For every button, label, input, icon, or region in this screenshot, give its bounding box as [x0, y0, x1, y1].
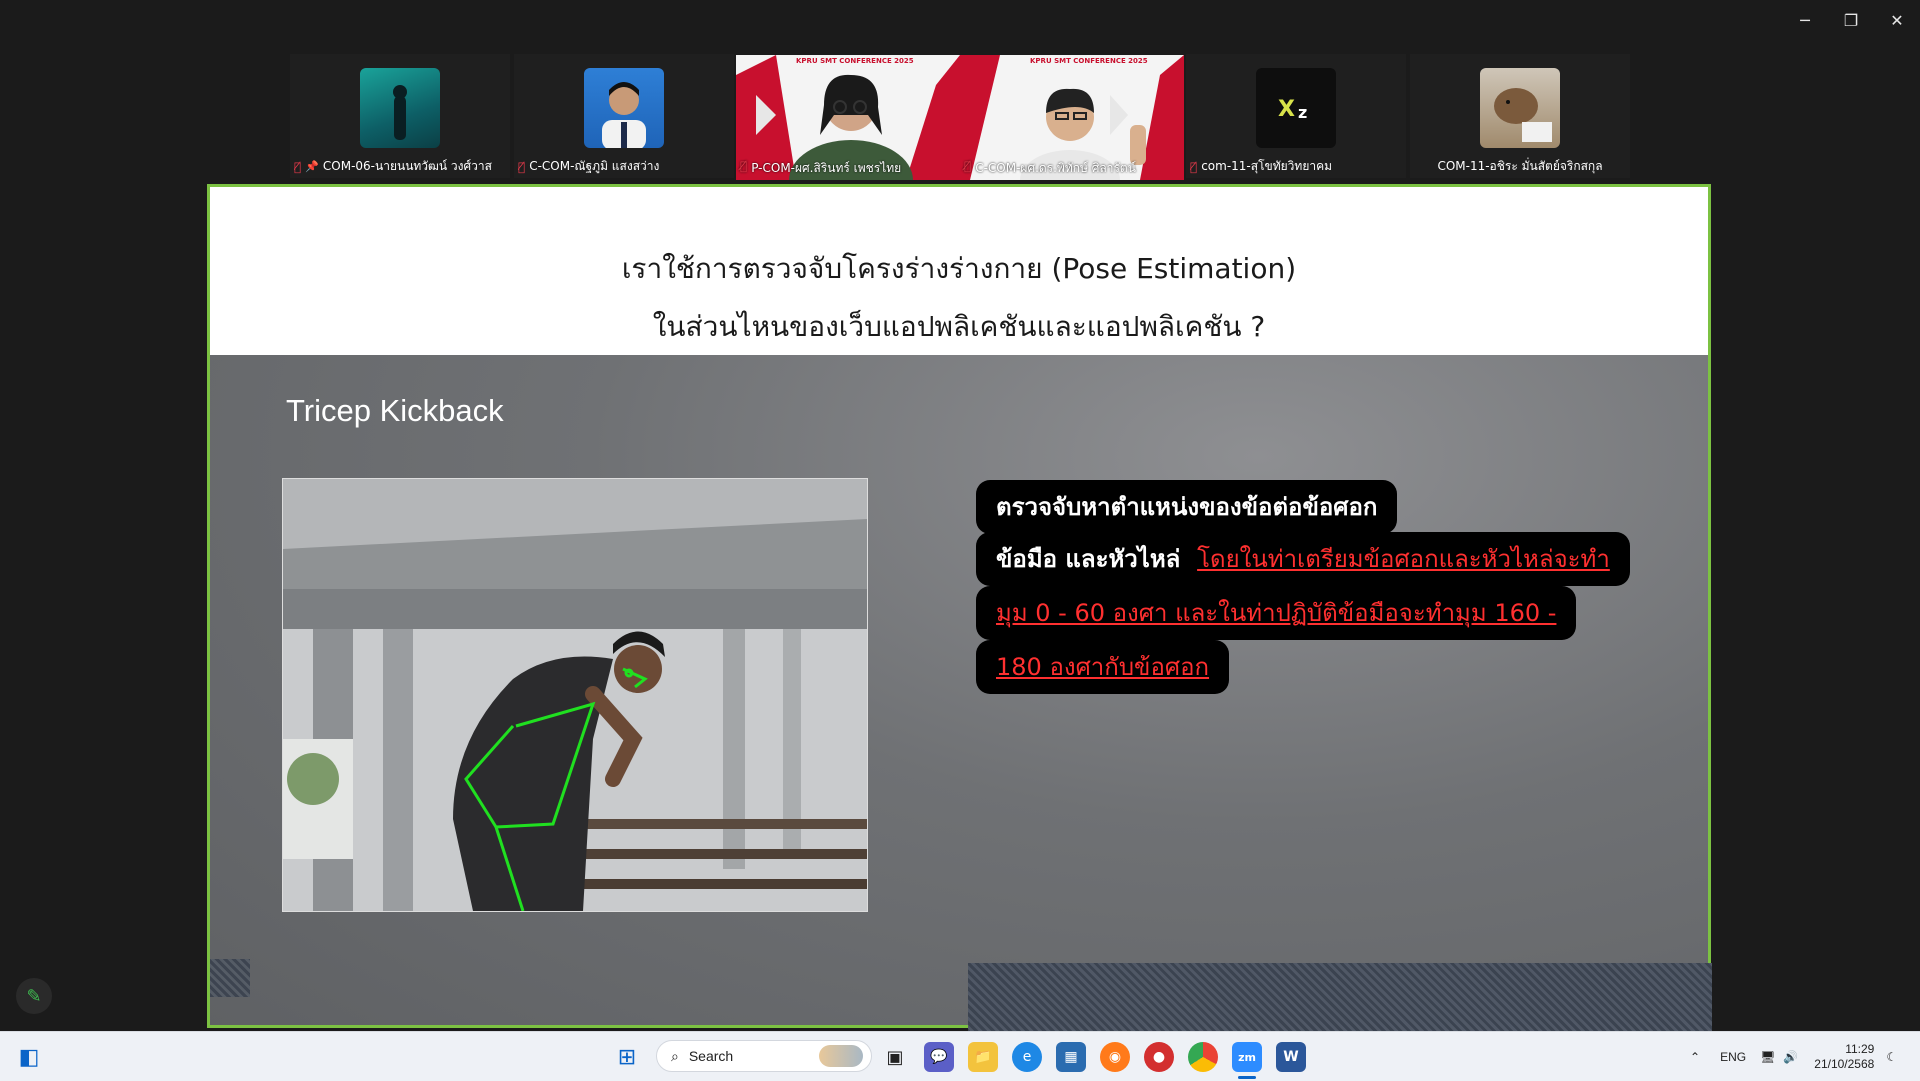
microphone-muted-icon: 🎙̸ [294, 159, 302, 174]
system-tray: ⌃ ENG 🖥 🔊 11:29 21/10/2568 ☾ [1690, 1032, 1897, 1081]
pin-icon: 📌 [305, 160, 319, 173]
active-app-indicator [1238, 1076, 1256, 1079]
maximize-button[interactable]: ❐ [1828, 0, 1874, 40]
firefox-icon[interactable]: ◉ [1100, 1042, 1130, 1072]
red-app-icon[interactable]: ● [1144, 1042, 1174, 1072]
clock-time: 11:29 [1845, 1041, 1875, 1056]
participant-tile[interactable]: COM-11-อชิระ มั่นสัตย์จริกสกุล [1410, 54, 1630, 178]
search-icon: ⌕ [671, 1047, 679, 1064]
participant-video-tile[interactable]: KPRU SMT CONFERENCE 2025 🎙̸ P-COM-ผศ.สิร… [736, 55, 960, 180]
participant-name: P-COM-ผศ.สิรินทร์ เพชรไทย [751, 161, 902, 175]
callout-line3: มุม 0 - 60 องศา และในท่าปฏิบัติข้อมือจะท… [976, 586, 1577, 640]
participant-name: COM-06-นายนนทวัฒน์ วงศ์วาส [322, 159, 492, 173]
search-placeholder: Search [688, 1048, 734, 1064]
participant-label: 🎙̸ C-COM-ผศ.ดร.พิทักษ์ ศิลารัตน์ [964, 159, 1136, 178]
participant-label: 🎙̸ 📌 COM-06-นายนนทวัฒน์ วงศ์วาส [294, 157, 506, 176]
callout-line4: 180 องศากับข้อศอก [976, 640, 1230, 694]
microphone-muted-icon: 🎙̸ [1190, 159, 1198, 174]
teams-chat-icon[interactable]: 💬 [924, 1042, 954, 1072]
participant-label: 🎙̸ P-COM-ผศ.สิรินทร์ เพชรไทย [740, 159, 901, 178]
participant-tile[interactable]: Xz 🎙̸ com-11-สุโขทัยวิทยาคม [1186, 54, 1406, 178]
minimize-button[interactable]: ─ [1782, 0, 1828, 40]
participant-avatar [360, 68, 440, 148]
shared-screen[interactable]: เราใช้การตรวจจับโครงร่างร่างกาย (Pose Es… [207, 184, 1711, 1028]
show-hidden-icons-chevron-icon[interactable]: ⌃ [1690, 1050, 1700, 1064]
start-windows-icon[interactable]: ⊞ [612, 1042, 642, 1072]
annotate-pencil-icon[interactable]: ✎ [16, 978, 52, 1014]
microphone-muted-icon: 🎙̸ [518, 159, 526, 174]
slide-body: Tricep Kickback ตรวจจับหาตำแหน่งของข้อต่… [210, 355, 1708, 1025]
participant-avatar [584, 68, 664, 148]
language-indicator[interactable]: ENG [1720, 1050, 1746, 1064]
slide-title-line1: เราใช้การตรวจจับโครงร่างร่างกาย (Pose Es… [621, 252, 1297, 285]
participant-label: COM-11-อชิระ มั่นสัตย์จริกสกุล [1414, 157, 1626, 176]
participant-name: COM-11-อชิระ มั่นสัตย์จริกสกุล [1437, 159, 1603, 173]
word-icon[interactable]: W [1276, 1042, 1306, 1072]
callout-line2: ข้อมือ และหัวไหล่ โดยในท่าเตรียมข้อศอกแล… [976, 532, 1630, 586]
participant-label: 🎙̸ com-11-สุโขทัยวิทยาคม [1190, 157, 1402, 176]
participant-name: C-COM-ผศ.ดร.พิทักษ์ ศิลารัตน์ [975, 161, 1136, 175]
slide-header: เราใช้การตรวจจับโครงร่างร่างกาย (Pose Es… [210, 187, 1708, 355]
participant-name: C-COM-ณัฐภูมิ แสงสว่าง [529, 159, 660, 173]
search-highlight-image [819, 1045, 863, 1067]
participant-name: com-11-สุโขทัยวิทยาคม [1201, 159, 1333, 173]
callout-highlight: มุม 0 - 60 องศา และในท่าปฏิบัติข้อมือจะท… [996, 599, 1557, 627]
microsoft-store-icon[interactable]: ▦ [1056, 1042, 1086, 1072]
callout-text: ข้อมือ และหัวไหล่ [996, 545, 1181, 573]
slide-decoration [210, 959, 250, 997]
task-view-icon[interactable]: ▣ [880, 1042, 910, 1072]
callout-text: ตรวจจับหาตำแหน่งของข้อต่อข้อศอก [996, 493, 1378, 521]
participant-label: 🎙̸ C-COM-ณัฐภูมิ แสงสว่าง [518, 157, 730, 176]
window-title-bar: ─ ❐ ✕ [0, 0, 1920, 42]
volume-icon[interactable]: 🔊 [1783, 1050, 1798, 1064]
edge-browser-icon[interactable]: e [1012, 1042, 1042, 1072]
participant-tile[interactable]: 🎙̸ C-COM-ณัฐภูมิ แสงสว่าง [514, 54, 734, 178]
close-button[interactable]: ✕ [1874, 0, 1920, 40]
participant-avatar [1480, 68, 1560, 148]
pose-estimation-photo [282, 478, 868, 912]
callout-highlight: 180 องศากับข้อศอก [996, 653, 1210, 681]
slide-title-line2: ในส่วนไหนของเว็บแอปพลิเคชันและแอปพลิเคชั… [652, 310, 1266, 343]
slide-subtitle: Tricep Kickback [286, 393, 504, 428]
video-banner: KPRU SMT CONFERENCE 2025 [1030, 57, 1148, 65]
participant-avatar: Xz [1256, 68, 1336, 148]
microphone-muted-icon: 🎙̸ [964, 159, 972, 173]
callout-line1: ตรวจจับหาตำแหน่งของข้อต่อข้อศอก [976, 480, 1398, 534]
participant-tile[interactable]: 🎙̸ 📌 COM-06-นายนนทวัฒน์ วงศ์วาส [290, 54, 510, 178]
callout-highlight: โดยในท่าเตรียมข้อศอกและหัวไหล่จะทำ [1197, 545, 1610, 573]
zoom-icon[interactable]: zm [1232, 1042, 1262, 1072]
network-icon[interactable]: 🖥 [1760, 1050, 1775, 1064]
taskbar-search[interactable]: ⌕ Search [656, 1040, 872, 1072]
participant-video-tile[interactable]: KPRU SMT CONFERENCE 2025 🎙̸ C-COM-ผศ.ดร.… [960, 55, 1184, 180]
svg-text:z: z [1298, 103, 1307, 122]
chrome-icon[interactable] [1188, 1042, 1218, 1072]
widgets-icon[interactable]: ◧ [14, 1042, 44, 1072]
clock[interactable]: 11:29 21/10/2568 [1814, 1042, 1874, 1072]
notification-moon-icon[interactable]: ☾ [1886, 1050, 1897, 1064]
microphone-muted-icon: 🎙̸ [740, 159, 748, 173]
slide-decoration-hatch [968, 963, 1712, 1033]
file-explorer-icon[interactable]: 📁 [968, 1042, 998, 1072]
svg-text:X: X [1278, 97, 1295, 122]
video-banner: KPRU SMT CONFERENCE 2025 [796, 57, 914, 65]
clock-date: 21/10/2568 [1814, 1056, 1875, 1071]
windows-taskbar: ◧ ⊞ ⌕ Search ▣ 💬 📁 e ▦ ◉ ● zm W ⌃ ENG 🖥 … [0, 1031, 1920, 1081]
